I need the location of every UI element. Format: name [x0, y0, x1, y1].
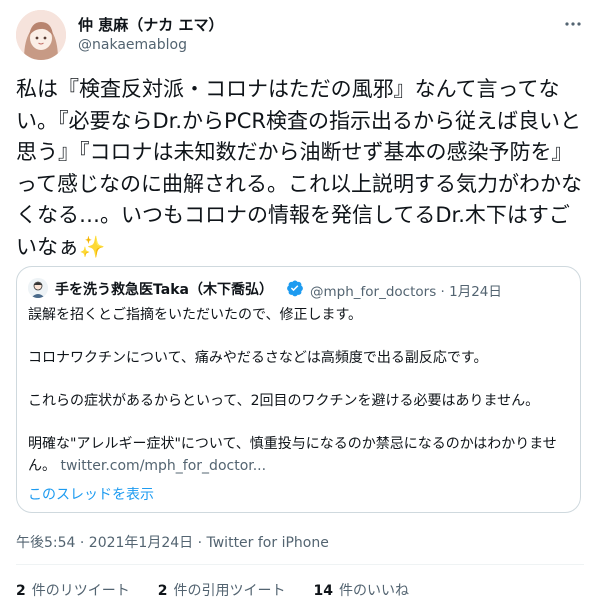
meta-separator: · [193, 535, 207, 551]
retweets-label: 件のリツイート [31, 583, 130, 599]
retweets-stat[interactable]: 2 件のリツイート [16, 580, 130, 600]
avatar-illustration [16, 10, 66, 60]
tweet-body: 私は『検査反対派・コロナはただの風邪』なんて言ってない。『必要ならDr.からPC… [16, 77, 582, 259]
tweet-text: 私は『検査反対派・コロナはただの風邪』なんて言ってない。『必要ならDr.からPC… [16, 74, 584, 264]
quoted-line: これらの症状があるからといって、2回目のワクチンを避ける必要はありません。 [28, 393, 540, 409]
tweet-source[interactable]: Twitter for iPhone [207, 535, 329, 551]
tweet-timestamp[interactable]: 午後5:54 · 2021年1月24日 [16, 535, 193, 551]
quoted-handle-date: @mph_for_doctors · 1月24日 [310, 284, 502, 300]
quoted-author-avatar [28, 278, 48, 298]
retweets-count: 2 [16, 583, 26, 599]
likes-count: 14 [313, 583, 333, 599]
quoted-tweet-body: 誤解を招くとご指摘をいただいたので、修正します。 コロナワクチンについて、痛みや… [28, 305, 573, 477]
author-handle[interactable]: @nakaemablog [78, 37, 187, 53]
quoted-tweet-card[interactable]: 手を洗う救急医Taka（木下喬弘） @mph_for_doctors · 1月2… [16, 266, 581, 513]
quotes-label: 件の引用ツイート [173, 583, 286, 599]
show-thread-link[interactable]: このスレッドを表示 [28, 484, 154, 504]
sparkles-icon: ✨ [79, 234, 106, 259]
quotes-count: 2 [157, 583, 168, 599]
more-options-icon[interactable] [561, 12, 585, 36]
author-display-name[interactable]: 仲 恵麻（ナカ エマ） [78, 14, 223, 35]
quote-tweets-stat[interactable]: 2 件の引用ツイート [158, 580, 286, 600]
likes-label: 件のいいね [338, 583, 409, 599]
quoted-link[interactable]: twitter.com/mph_for_doctor... [60, 458, 266, 474]
tweet-stats: 2 件のリツイート 2 件の引用ツイート 14 件のいいね [16, 580, 437, 600]
verified-badge-icon [286, 279, 304, 297]
tweet-meta: 午後5:54 · 2021年1月24日 · Twitter for iPhone [16, 532, 329, 552]
quoted-line: 誤解を招くとご指摘をいただいたので、修正します。 [28, 307, 363, 323]
likes-stat[interactable]: 14 件のいいね [314, 580, 409, 600]
divider [16, 564, 584, 565]
quoted-line: 明確な"アレルギー症状"について、慎重投与になるのか禁忌になるのかはわかりません… [28, 434, 573, 477]
quoted-line: コロナワクチンについて、痛みやだるさなどは高頻度で出る副反応です。 [28, 350, 488, 366]
author-avatar[interactable] [16, 10, 66, 60]
quoted-author-name: 手を洗う救急医Taka（木下喬弘） [55, 282, 273, 298]
